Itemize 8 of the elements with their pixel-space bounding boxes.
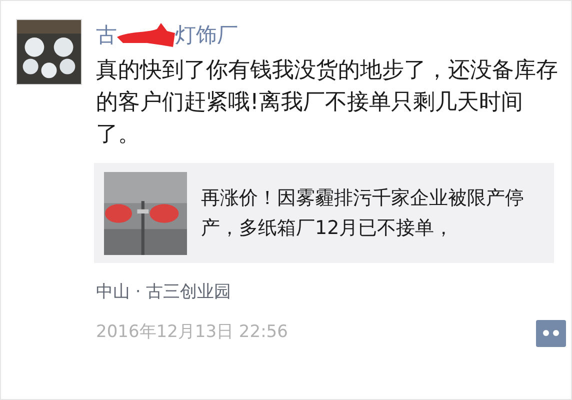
location-link[interactable]: 中山 · 古三创业园 xyxy=(96,280,232,306)
post-text: 真的快到了你有钱我没货的地步了，还没备库存的客户们赶紧哦!离我厂不接单只剩几天时间了。 xyxy=(96,57,558,149)
author-name[interactable]: 灯饰厂 xyxy=(175,20,238,52)
link-card[interactable]: 再涨价！因雾霾排污千家企业被限产停产，多纸箱厂12月已不接单， xyxy=(94,163,554,263)
post-time: 2016年12月13日 22:56 xyxy=(96,321,288,344)
comment-button[interactable] xyxy=(536,320,566,346)
author-name[interactable]: 古 xyxy=(96,20,117,52)
link-title: 再涨价！因雾霾排污千家企业被限产停产，多纸箱厂12月已不接单， xyxy=(201,186,525,241)
